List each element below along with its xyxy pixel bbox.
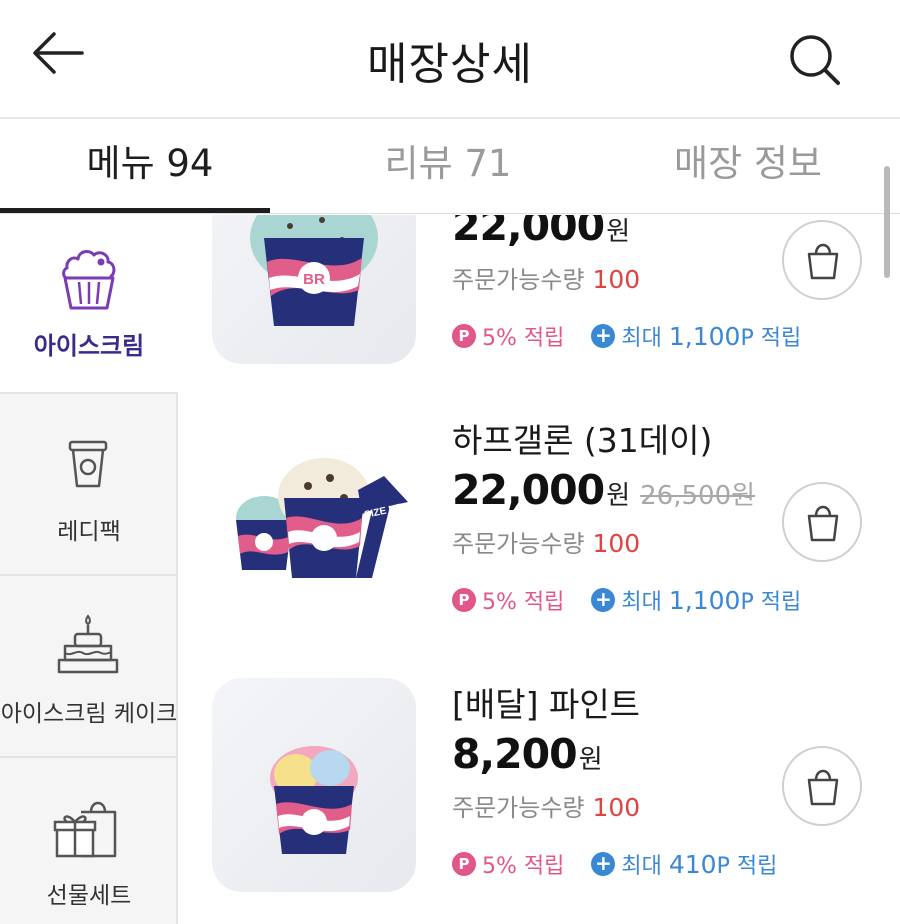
plus-icon: + <box>591 324 616 348</box>
category-label: 선물세트 <box>46 883 132 909</box>
category-label: 아이스크림 케이크 <box>0 701 178 727</box>
product-item[interactable]: [배달] 파인트 8,200원 주문가능수량 100 P 5% 적립 + 최대 410… <box>212 678 884 908</box>
max-points: 최대 410P 적립 <box>621 850 778 879</box>
original-price: 26,500원 <box>640 481 756 511</box>
tab-reviews[interactable]: 리뷰 71 <box>298 119 598 215</box>
category-label: 레디팩 <box>57 519 121 545</box>
product-name: [배달] 파인트 <box>452 685 641 724</box>
point-rate: 5% 적립 <box>482 326 565 351</box>
order-quantity-row: 주문가능수량 100 <box>452 524 640 559</box>
points-row: P 5% 적립 + 최대 1,100P 적립 <box>452 584 801 616</box>
quantity-label: 주문가능수량 <box>452 794 585 822</box>
shopping-bag-icon <box>807 505 839 542</box>
currency: 원 <box>606 217 631 247</box>
max-points: 최대 1,100P 적립 <box>621 322 802 351</box>
point-badge-icon: P <box>452 852 476 876</box>
category-label: 아이스크림 <box>33 332 145 360</box>
product-image <box>212 678 416 892</box>
search-button[interactable] <box>786 32 844 86</box>
pint-cup-image <box>270 746 358 854</box>
quantity-label: 주문가능수량 <box>452 530 585 558</box>
shopping-bag-icon <box>807 769 839 806</box>
gift-set-icon <box>53 801 117 858</box>
add-to-cart-button[interactable] <box>782 746 862 826</box>
order-quantity-row: 주문가능수량 100 <box>452 788 640 823</box>
cake-icon <box>57 614 119 674</box>
brand-logo: BR <box>303 271 325 288</box>
add-to-cart-button[interactable] <box>782 220 862 300</box>
tab-store-info[interactable]: 매장 정보 <box>598 119 898 215</box>
scrollbar[interactable] <box>884 166 890 278</box>
add-to-cart-button[interactable] <box>782 482 862 562</box>
points-row: P 5% 적립 + 최대 410P 적립 <box>452 848 777 880</box>
price-row: 8,200원 <box>452 730 603 778</box>
page-title: 매장상세 <box>367 39 533 90</box>
currency: 원 <box>578 745 603 775</box>
quantity-value: 100 <box>592 265 641 294</box>
category-ready-pack[interactable]: 레디팩 <box>0 392 178 574</box>
price: 8,200 <box>452 730 578 778</box>
point-rate: 5% 적립 <box>482 854 565 879</box>
point-rate: 5% 적립 <box>482 590 565 615</box>
top-app-bar: 매장상세 <box>0 0 900 119</box>
category-gift-set[interactable]: 선물세트 <box>0 756 178 924</box>
plus-icon: + <box>591 852 616 876</box>
quantity-value: 100 <box>592 529 641 558</box>
order-quantity-row: 주문가능수량 100 <box>452 260 640 295</box>
tab-bar: 메뉴 94 리뷰 71 매장 정보 <box>0 119 900 215</box>
ice-cream-cup-icon <box>62 250 116 310</box>
category-sidebar: 아이스크림 레디팩 아이스크림 케이크 선물세트 <box>0 214 180 924</box>
price: 22,000 <box>452 466 605 514</box>
tab-menu[interactable]: 메뉴 94 <box>0 119 300 215</box>
category-ice-cream[interactable]: 아이스크림 <box>0 214 178 392</box>
max-points: 최대 1,100P 적립 <box>621 586 802 615</box>
category-ice-cream-cake[interactable]: 아이스크림 케이크 <box>0 574 178 756</box>
product-image: SIZE UP <box>212 414 416 628</box>
quantity-label: 주문가능수량 <box>452 266 585 294</box>
shopping-bag-icon <box>807 243 839 280</box>
store-detail-screen: 매장상세 메뉴 94 리뷰 71 매장 정보 아이스크림 레디팩 아이스크림 케… <box>0 0 900 924</box>
tabs-divider <box>0 213 900 214</box>
plus-icon: + <box>591 588 616 612</box>
price-row: 22,000원 26,500원 <box>452 466 755 514</box>
search-icon <box>790 35 840 85</box>
points-row: P 5% 적립 + 최대 1,100P 적립 <box>452 320 801 352</box>
point-badge-icon: P <box>452 324 476 348</box>
product-name: 하프갤론 (31데이) <box>452 421 713 460</box>
point-badge-icon: P <box>452 588 476 612</box>
quantity-value: 100 <box>592 793 641 822</box>
half-gallon-image: SIZE UP <box>236 458 408 578</box>
product-item[interactable]: SIZE UP 하프갤론 (31데이) 22,000원 26,500원 주문가능수… <box>212 414 884 644</box>
currency: 원 <box>606 481 631 511</box>
ready-pack-cup-icon <box>68 440 108 488</box>
